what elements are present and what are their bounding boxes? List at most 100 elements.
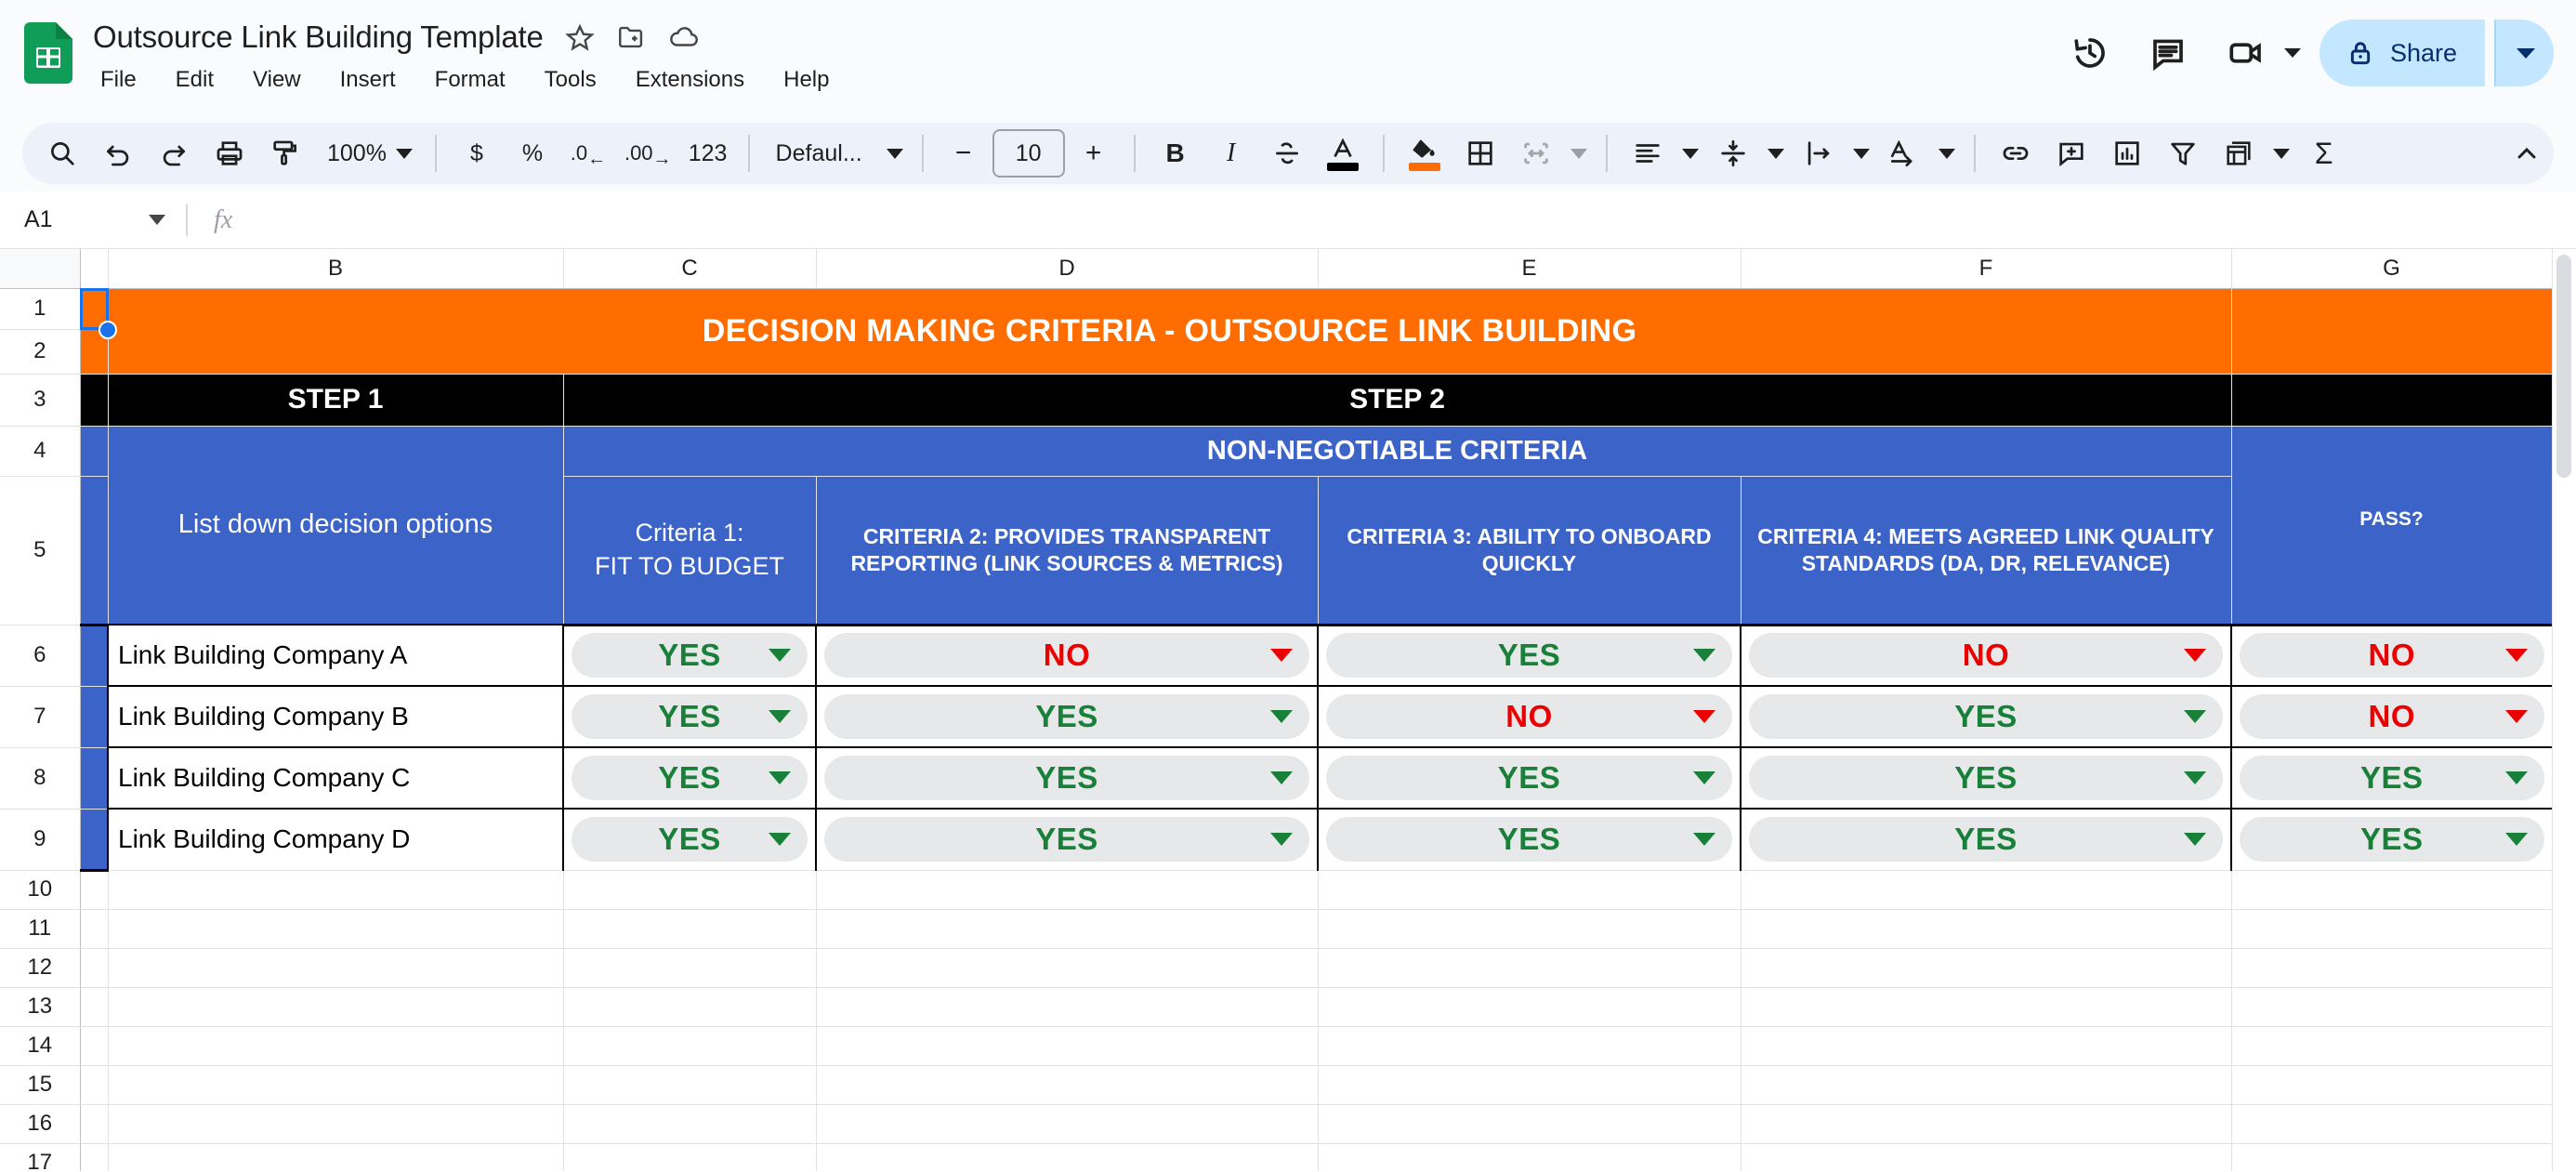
menu-view[interactable]: View xyxy=(247,63,307,97)
chevron-down-icon[interactable] xyxy=(769,649,791,663)
cell-E11[interactable] xyxy=(1318,909,1741,949)
chevron-down-icon[interactable] xyxy=(2184,771,2206,784)
chevron-down-icon[interactable] xyxy=(1270,771,1293,784)
cell-A6[interactable] xyxy=(80,623,109,687)
row-header-9[interactable]: 9 xyxy=(0,809,81,871)
cell-E13[interactable] xyxy=(1318,987,1741,1027)
cell-E16[interactable] xyxy=(1318,1104,1741,1144)
cell-D7[interactable]: YES xyxy=(815,685,1319,748)
search-icon[interactable] xyxy=(35,126,89,180)
cell-B17[interactable] xyxy=(108,1143,564,1171)
row-header-1[interactable]: 1 xyxy=(0,288,81,330)
bold-button[interactable]: B xyxy=(1149,126,1203,180)
cell-F8[interactable]: YES xyxy=(1740,746,2232,810)
menu-tools[interactable]: Extensions xyxy=(630,63,750,97)
menu-insert[interactable]: Insert xyxy=(335,63,401,97)
cell-A3[interactable] xyxy=(80,374,109,427)
cell-F9[interactable]: YES xyxy=(1740,808,2232,871)
undo-icon[interactable] xyxy=(91,126,145,180)
cell-G7[interactable]: NO xyxy=(2230,685,2553,748)
cell-D16[interactable] xyxy=(816,1104,1319,1144)
select-all-corner[interactable] xyxy=(0,249,81,289)
text-wrap-icon[interactable] xyxy=(1792,126,1846,180)
cell-G3[interactable] xyxy=(2231,374,2553,427)
menu-format[interactable]: Format xyxy=(429,63,511,97)
cell-A14[interactable] xyxy=(80,1026,109,1066)
cell-A2[interactable] xyxy=(80,329,109,375)
cell-G8[interactable]: YES xyxy=(2230,746,2553,810)
column-header-f[interactable]: F xyxy=(1741,249,2232,289)
row-header-7[interactable]: 7 xyxy=(0,686,81,748)
row-header-3[interactable]: 3 xyxy=(0,374,81,427)
cell-F11[interactable] xyxy=(1741,909,2232,949)
cell-A8[interactable] xyxy=(80,747,109,810)
row-header-4[interactable]: 4 xyxy=(0,426,81,477)
page-title[interactable]: Outsource Link Building Template xyxy=(93,20,544,55)
cell-F10[interactable] xyxy=(1741,870,2232,910)
cell-B14[interactable] xyxy=(108,1026,564,1066)
text-color-icon[interactable] xyxy=(1316,126,1370,180)
cell-D12[interactable] xyxy=(816,948,1319,988)
cell-E7[interactable]: NO xyxy=(1317,685,1741,748)
merge-cells-icon[interactable] xyxy=(1509,126,1563,180)
chevron-down-icon[interactable] xyxy=(1693,833,1715,847)
menu-extensions[interactable]: Help xyxy=(778,63,835,97)
cell-step1[interactable]: STEP 1 xyxy=(108,374,564,427)
cell-list-down[interactable]: List down decision options xyxy=(108,426,564,626)
chevron-down-icon[interactable] xyxy=(2504,649,2528,663)
cell-A13[interactable] xyxy=(80,987,109,1027)
cell-B16[interactable] xyxy=(108,1104,564,1144)
create-filter-icon[interactable] xyxy=(2156,126,2210,180)
cell-D10[interactable] xyxy=(816,870,1319,910)
chevron-down-icon[interactable] xyxy=(2184,649,2206,663)
increase-decimal-button[interactable]: .00 → xyxy=(617,126,679,180)
cell-A17[interactable] xyxy=(80,1143,109,1171)
row-header-17[interactable]: 17 xyxy=(0,1143,81,1171)
meet-menu[interactable] xyxy=(2212,19,2301,87)
cell-C8[interactable]: YES xyxy=(562,746,817,810)
pivot-table-icon[interactable] xyxy=(2212,126,2266,180)
move-to-folder-icon[interactable] xyxy=(616,21,648,53)
row-header-15[interactable]: 15 xyxy=(0,1065,81,1105)
functions-icon[interactable]: Σ xyxy=(2297,126,2351,180)
chevron-down-icon[interactable] xyxy=(769,771,791,784)
cell-A1[interactable] xyxy=(80,288,109,330)
cell-G1[interactable] xyxy=(2231,288,2553,375)
cell-D8[interactable]: YES xyxy=(815,746,1319,810)
column-header-d[interactable]: D xyxy=(816,249,1319,289)
google-sheets-logo[interactable] xyxy=(24,22,72,84)
version-history-icon[interactable] xyxy=(2056,19,2124,87)
row-header-5[interactable]: 5 xyxy=(0,476,81,626)
chevron-down-icon[interactable] xyxy=(769,833,791,847)
cell-D9[interactable]: YES xyxy=(815,808,1319,871)
cell-G14[interactable] xyxy=(2231,1026,2553,1066)
cell-A16[interactable] xyxy=(80,1104,109,1144)
cell-A4[interactable] xyxy=(80,426,109,477)
cell-G17[interactable] xyxy=(2231,1143,2553,1171)
chevron-down-icon[interactable] xyxy=(769,710,791,723)
decrease-decimal-button[interactable]: .0 ← xyxy=(561,126,615,180)
percent-format-button[interactable]: % xyxy=(506,126,559,180)
open-comment-history-icon[interactable] xyxy=(2134,19,2202,87)
cell-F13[interactable] xyxy=(1741,987,2232,1027)
cell-E10[interactable] xyxy=(1318,870,1741,910)
cell-step2[interactable]: STEP 2 xyxy=(563,374,2232,427)
cell-C9[interactable]: YES xyxy=(562,808,817,871)
cell-G15[interactable] xyxy=(2231,1065,2553,1105)
cell-B15[interactable] xyxy=(108,1065,564,1105)
chevron-down-icon[interactable] xyxy=(2184,833,2206,847)
cell-C7[interactable]: YES xyxy=(562,685,817,748)
fill-color-icon[interactable] xyxy=(1398,126,1452,180)
cell-C11[interactable] xyxy=(563,909,817,949)
cell-F15[interactable] xyxy=(1741,1065,2232,1105)
cell-F12[interactable] xyxy=(1741,948,2232,988)
cell-non-negotiable[interactable]: NON-NEGOTIABLE CRITERIA xyxy=(563,426,2232,477)
text-rotation-icon[interactable] xyxy=(1877,126,1931,180)
cell-B7[interactable]: Link Building Company B xyxy=(107,685,564,748)
spreadsheet-grid[interactable]: B C D E F G 1 DECISION MAKING CRITERIA -… xyxy=(0,249,2576,1171)
cell-D15[interactable] xyxy=(816,1065,1319,1105)
vertical-scrollbar[interactable] xyxy=(2552,249,2576,1171)
meet-camera-icon[interactable] xyxy=(2212,19,2280,87)
insert-comment-icon[interactable] xyxy=(2044,126,2098,180)
insert-chart-icon[interactable] xyxy=(2100,126,2154,180)
